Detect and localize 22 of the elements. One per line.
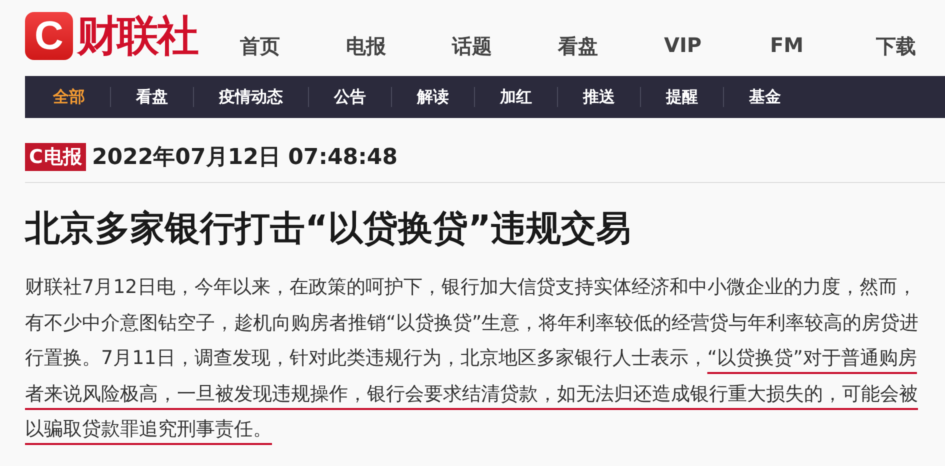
category-tab[interactable]: 加红 bbox=[475, 86, 557, 108]
category-tab[interactable]: 全部 bbox=[53, 86, 110, 108]
timestamp: 2022年07月12日 07:48:48 bbox=[92, 144, 398, 172]
nav-link[interactable]: 话题 bbox=[452, 33, 558, 60]
nav-link[interactable]: FM bbox=[770, 33, 876, 60]
headline: 北京多家银行打击“以贷换贷”违规交易 bbox=[25, 208, 632, 251]
category-tab[interactable]: 疫情动态 bbox=[194, 86, 308, 108]
category-tab[interactable]: 提醒 bbox=[641, 86, 723, 108]
category-tab[interactable]: 看盘 bbox=[111, 86, 193, 108]
nav-link[interactable]: 电报 bbox=[346, 33, 452, 60]
nav-link[interactable]: 首页 bbox=[240, 33, 346, 60]
category-tab[interactable]: 基金 bbox=[724, 86, 806, 108]
category-tab[interactable]: 推送 bbox=[558, 86, 640, 108]
logo-mark: C bbox=[25, 12, 73, 60]
nav-link[interactable]: 下载 bbox=[876, 33, 936, 60]
logo-text: 财联社 bbox=[77, 12, 197, 60]
nav-link[interactable]: 看盘 bbox=[558, 33, 664, 60]
article-paragraph: 财联社7月12日电，今年以来，在政策的呵护下，银行加大信贷支持实体经济和中小微企业的力度，然而，有不少中介意图钻空子，趁机向购房者推销“以贷换贷”生意，将年利率较低的经营贷与年利率较高的房贷进行置换。7月11日，调查发现，针对此类违规行为，北京地区多家银行人士表示，“以贷换贷”对于普通购房者来说风险极高，一旦被发现违规操作，银行会要求结清贷款，如无法归还造成银行重大损失的，可能会被以骗取贷款罪追究刑事责任。 bbox=[25, 275, 920, 442]
nav-link[interactable]: VIP bbox=[664, 33, 770, 60]
telegraph-badge: C电报 bbox=[25, 143, 86, 171]
category-tab[interactable]: 解读 bbox=[392, 86, 474, 108]
category-tab[interactable]: 公告 bbox=[309, 86, 391, 108]
